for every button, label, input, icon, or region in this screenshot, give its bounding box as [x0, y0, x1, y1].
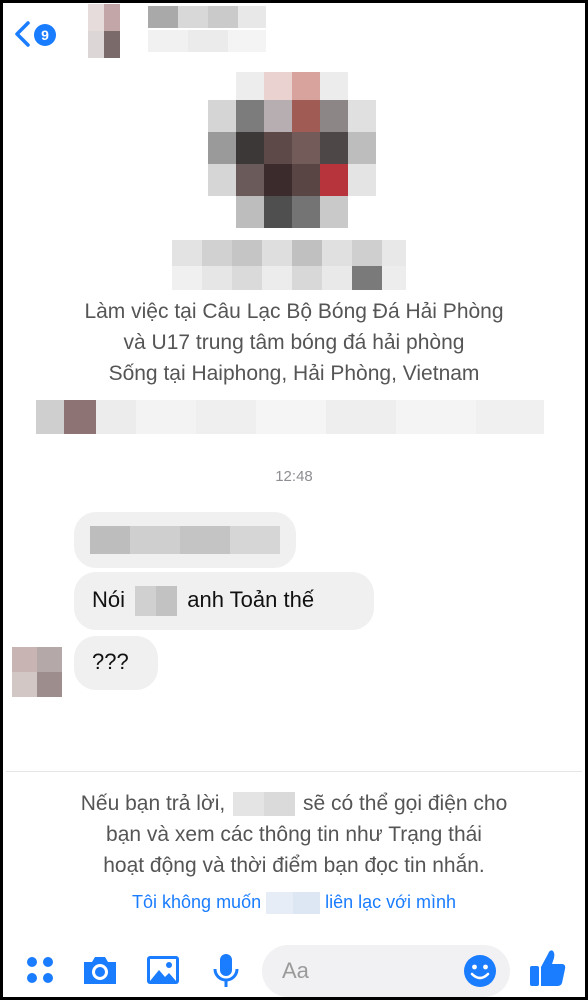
- header-contact-name: [148, 6, 266, 28]
- apps-icon[interactable]: [20, 950, 60, 990]
- redacted-name: [266, 892, 321, 915]
- microphone-icon[interactable]: [206, 950, 246, 990]
- image-icon[interactable]: [143, 950, 183, 990]
- profile-work-info: Làm việc tại Câu Lạc Bộ Bóng Đá Hải Phòn…: [84, 300, 504, 323]
- thumbs-up-icon[interactable]: [528, 946, 568, 986]
- mutual-friends-row[interactable]: [36, 400, 544, 434]
- unread-count-badge: 9: [34, 24, 56, 46]
- redacted-name: [233, 792, 296, 817]
- message-request-notice: Nếu bạn trả lời, sẽ có thể gọi điện cho …: [20, 788, 568, 881]
- message-input[interactable]: [282, 955, 462, 987]
- profile-work-info-2: và U17 trung tâm bóng đá hải phòng: [123, 331, 465, 354]
- back-button[interactable]: 9: [12, 16, 64, 52]
- redacted-message-text: [90, 526, 280, 554]
- message-text: ???: [92, 649, 129, 674]
- decline-link-text: Tôi không muốn: [132, 892, 262, 912]
- chevron-left-icon: [15, 21, 30, 47]
- message-bubble[interactable]: ???: [74, 636, 158, 690]
- notice-text: bạn và xem các thông tin như Trạng thái: [106, 823, 482, 846]
- emoji-icon[interactable]: [462, 953, 498, 989]
- notice-text: sẽ có thể gọi điện cho: [302, 792, 508, 815]
- decline-link-text: liên lạc với mình: [325, 892, 456, 912]
- sender-avatar[interactable]: [12, 647, 62, 697]
- camera-icon[interactable]: [80, 950, 120, 990]
- notice-text: hoạt động và thời điểm bạn đọc tin nhắn.: [103, 854, 485, 877]
- profile-avatar: [208, 72, 376, 228]
- message-composer[interactable]: [262, 945, 510, 997]
- message-bubble[interactable]: [74, 512, 296, 568]
- decline-contact-link[interactable]: Tôi không muốn liên lạc với mình: [0, 892, 588, 915]
- message-text: Nói: [92, 586, 126, 612]
- message-text: anh Toản thế: [187, 586, 315, 612]
- header-status: [148, 30, 266, 52]
- header-avatar[interactable]: [88, 4, 120, 58]
- profile-location-info: Sống tại Haiphong, Hải Phòng, Vietnam: [108, 362, 480, 385]
- message-bubble[interactable]: Nói anh Toản thế: [74, 572, 374, 630]
- composer-toolbar: [0, 940, 588, 1000]
- divider: [6, 771, 582, 772]
- redacted-name: [135, 586, 178, 616]
- notice-text: Nếu bạn trả lời,: [80, 792, 226, 815]
- message-timestamp: 12:48: [275, 468, 313, 485]
- profile-name: [172, 240, 406, 290]
